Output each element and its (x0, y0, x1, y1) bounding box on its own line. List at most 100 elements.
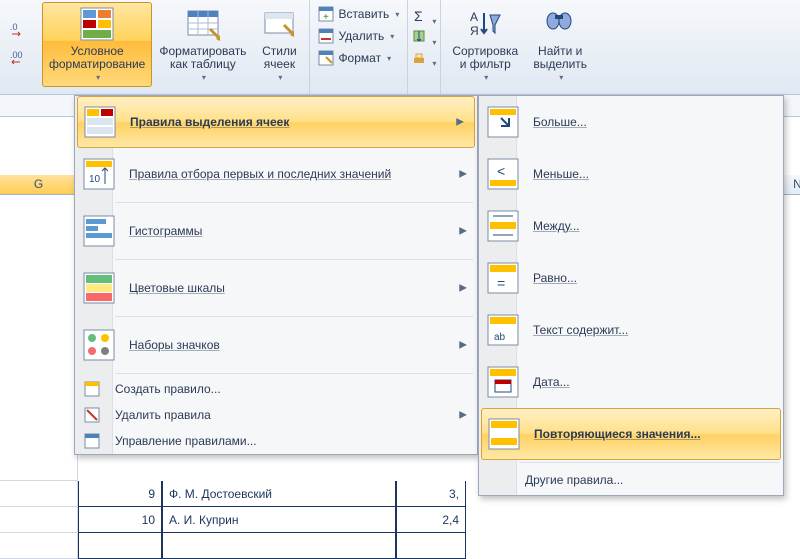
decrease-decimal-icon[interactable]: .0 (10, 20, 32, 36)
submenu-equal-to[interactable]: = Равно... (479, 252, 783, 304)
color-scales-icon (83, 272, 115, 304)
new-rule-icon (83, 380, 101, 398)
row-number[interactable]: 9 (78, 481, 162, 507)
chevron-down-icon: ▾ (202, 71, 206, 84)
menu-item-label: Текст содержит... (533, 323, 628, 337)
row-number[interactable]: 10 (78, 507, 162, 533)
autosum-icon[interactable]: Σ▾ (412, 8, 436, 27)
menu-item-label: Равно... (533, 271, 577, 285)
conditional-formatting-icon (80, 7, 114, 41)
chevron-right-icon: ▶ (459, 410, 467, 421)
svg-text:.0: .0 (10, 22, 18, 32)
menu-item-label: Правила выделения ячеек (130, 115, 289, 129)
menu-data-bars[interactable]: Гистограммы ▶ (75, 205, 477, 257)
svg-text:Я: Я (470, 24, 479, 38)
row-value[interactable]: 2,4 (396, 507, 466, 533)
delete-cells-icon (318, 28, 334, 44)
chevron-down-icon: ▾ (278, 71, 282, 84)
menu-item-label: Правила отбора первых и последних значен… (129, 167, 391, 181)
svg-text:<: < (497, 163, 505, 179)
menu-item-label: Цветовые шкалы (129, 281, 225, 295)
chevron-down-icon: ▾ (484, 71, 488, 84)
find-select-icon (543, 7, 577, 41)
find-select-button[interactable]: Найти и выделить▾ (525, 2, 595, 87)
col-header-g[interactable]: G (0, 175, 78, 194)
cells-gap[interactable] (0, 195, 78, 481)
chevron-down-icon: ▾ (390, 32, 394, 41)
menu-highlight-cells-rules[interactable]: Правила выделения ячеек ▶ (77, 96, 475, 148)
format-as-table-button[interactable]: Форматировать как таблицу▾ (152, 2, 253, 87)
format-button[interactable]: Формат▾ (314, 48, 403, 68)
menu-item-label: Больше... (533, 115, 587, 129)
submenu-text-contains[interactable]: ab Текст содержит... (479, 304, 783, 356)
menu-item-label: Меньше... (533, 167, 589, 181)
less-than-icon: < (487, 158, 519, 190)
conditional-formatting-label: Условное форматирование (49, 45, 145, 71)
submenu-between[interactable]: Между... (479, 200, 783, 252)
insert-cells-icon: + (318, 6, 334, 22)
styles-group: Условное форматирование▾ Форматировать к… (38, 0, 310, 94)
svg-text:Σ: Σ (414, 8, 423, 24)
row-value[interactable]: 3, (396, 481, 466, 507)
svg-text:.00: .00 (10, 50, 23, 60)
delete-label: Удалить (338, 29, 384, 43)
insert-label: Вставить (338, 7, 389, 21)
chevron-right-icon: ▶ (459, 283, 467, 294)
chevron-right-icon: ▶ (459, 340, 467, 351)
row-name[interactable]: А. И. Куприн (162, 507, 396, 533)
menu-item-label: Гистограммы (129, 224, 202, 238)
menu-item-label: Наборы значков (129, 338, 220, 352)
menu-item-label: Управление правилами... (115, 434, 257, 448)
format-as-table-label: Форматировать как таблицу (159, 45, 246, 71)
sort-filter-label: Сортировка и фильтр (452, 45, 518, 71)
indent-group: .0 .00 (0, 0, 38, 94)
clear-icon[interactable]: ▾ (412, 50, 436, 69)
sort-filter-button[interactable]: АЯ Сортировка и фильтр▾ (445, 2, 525, 87)
cell-styles-icon (262, 7, 296, 41)
duplicate-values-icon (488, 418, 520, 450)
menu-item-label: Повторяющиеся значения... (534, 427, 701, 441)
svg-text:=: = (497, 275, 505, 291)
editing-group: АЯ Сортировка и фильтр▾ Найти и выделить… (441, 0, 599, 94)
delete-button[interactable]: Удалить ▾ (314, 26, 403, 46)
clear-rules-icon (83, 406, 101, 424)
date-icon (487, 366, 519, 398)
table-row[interactable] (0, 533, 800, 559)
submenu-more-rules[interactable]: Другие правила... (479, 465, 783, 495)
submenu-greater-than[interactable]: Больше... (479, 96, 783, 148)
table-row[interactable]: 10 А. И. Куприн 2,4 (0, 507, 800, 533)
menu-item-label: Другие правила... (525, 473, 623, 487)
menu-top-bottom-rules[interactable]: 10 Правила отбора первых и последних зна… (75, 148, 477, 200)
highlight-rules-submenu: Больше... < Меньше... Между... = Равно..… (478, 95, 784, 496)
format-label: Формат (338, 51, 381, 65)
fill-icon[interactable]: ▾ (412, 29, 436, 48)
menu-item-label: Между... (533, 219, 580, 233)
menu-manage-rules[interactable]: Управление правилами... (75, 428, 477, 454)
chevron-down-icon: ▾ (559, 71, 563, 84)
equal-to-icon: = (487, 262, 519, 294)
submenu-date-occurring[interactable]: Дата... (479, 356, 783, 408)
conditional-formatting-button[interactable]: Условное форматирование▾ (42, 2, 152, 87)
submenu-duplicate-values[interactable]: Повторяющиеся значения... (481, 408, 781, 460)
insert-button[interactable]: + Вставить▾ (314, 4, 403, 24)
increase-decimal-icon[interactable]: .00 (10, 48, 32, 64)
menu-icon-sets[interactable]: Наборы значков ▶ (75, 319, 477, 371)
svg-text:А: А (470, 10, 478, 24)
menu-color-scales[interactable]: Цветовые шкалы ▶ (75, 262, 477, 314)
svg-text:ab: ab (494, 332, 506, 343)
svg-text:10: 10 (89, 174, 101, 185)
text-contains-icon: ab (487, 314, 519, 346)
greater-than-icon (487, 106, 519, 138)
editing-group-icons: Σ▾ ▾ ▾ (408, 0, 441, 94)
cells-group: + Вставить▾ Удалить ▾ Формат▾ (310, 0, 408, 94)
menu-new-rule[interactable]: Создать правило... (75, 376, 477, 402)
find-select-label: Найти и выделить (533, 45, 587, 71)
row-name[interactable]: Ф. М. Достоевский (162, 481, 396, 507)
submenu-less-than[interactable]: < Меньше... (479, 148, 783, 200)
cell-styles-label: Стили ячеек (262, 45, 297, 71)
chevron-right-icon: ▶ (459, 169, 467, 180)
chevron-right-icon: ▶ (456, 117, 464, 128)
cell-styles-button[interactable]: Стили ячеек▾ (253, 2, 305, 87)
format-cells-icon (318, 50, 334, 66)
menu-clear-rules[interactable]: Удалить правила ▶ (75, 402, 477, 428)
